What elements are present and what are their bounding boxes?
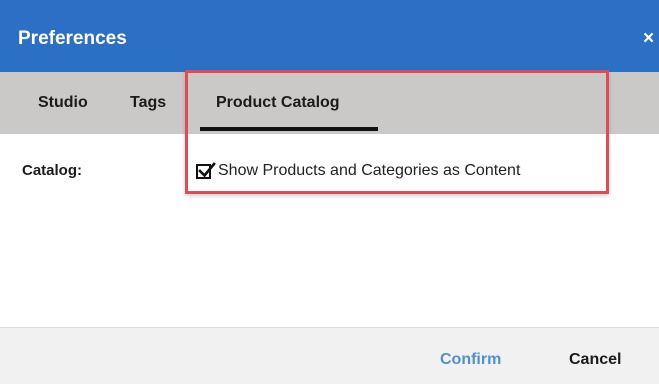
dialog-footer: Confirm Cancel (0, 327, 659, 384)
preferences-dialog: Preferences × Studio Tags Product Catalo… (0, 0, 659, 384)
dialog-title: Preferences (18, 28, 127, 49)
confirm-button[interactable]: Confirm (440, 350, 501, 370)
cancel-button[interactable]: Cancel (569, 350, 621, 370)
tab-studio[interactable]: Studio (38, 93, 88, 113)
catalog-label: Catalog: (22, 162, 82, 179)
tab-tags[interactable]: Tags (130, 93, 166, 113)
close-icon[interactable]: × (643, 28, 654, 50)
annotation-highlight-box (185, 70, 609, 194)
dialog-titlebar: Preferences × (0, 0, 659, 72)
